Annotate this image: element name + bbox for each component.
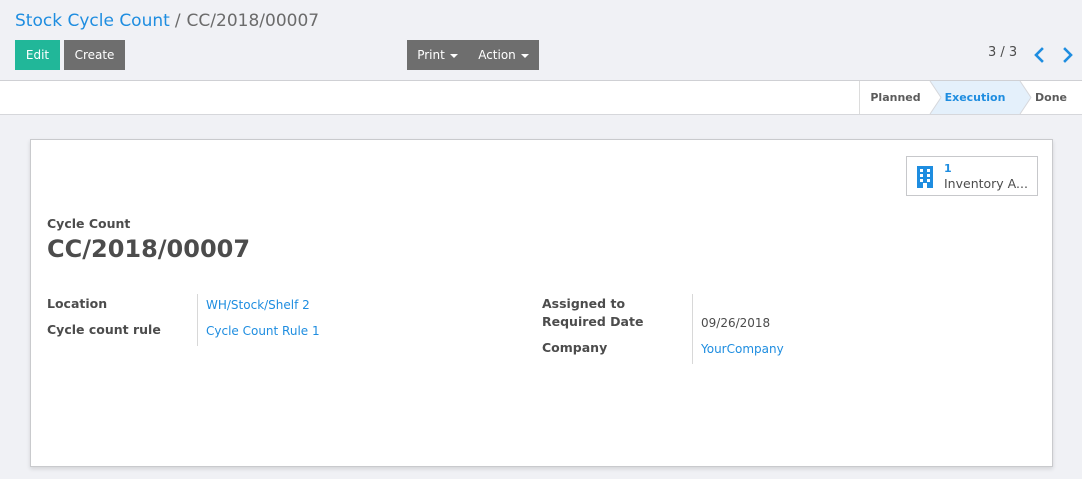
control-panel: Stock Cycle Count / CC/2018/00007 Edit Cre… [0, 0, 1082, 81]
create-button[interactable]: Create [64, 40, 125, 70]
field-divider [692, 294, 693, 364]
print-label: Print [417, 48, 445, 62]
required-date-label: Required Date [542, 314, 644, 329]
location-value-link[interactable]: WH/Stock/Shelf 2 [206, 298, 310, 312]
location-label: Location [47, 296, 108, 311]
field-divider [197, 294, 198, 346]
required-date-value[interactable]: 09/26/2018 [701, 316, 770, 330]
statusbar: Planned Execution Done [0, 81, 1082, 115]
action-dropdown-button[interactable]: Action [468, 40, 539, 70]
cycle-count-rule-value-link[interactable]: Cycle Count Rule 1 [206, 324, 320, 338]
chevron-right-icon [1063, 47, 1073, 63]
cycle-count-rule-label: Cycle count rule [47, 322, 161, 337]
building-icon [917, 166, 933, 188]
pager-value[interactable]: 3 / 3 [988, 45, 1017, 60]
inventory-adjustments-smart-button[interactable]: 1 Inventory A... [906, 156, 1038, 196]
assigned-to-label: Assigned to [542, 296, 626, 311]
pager-next-button[interactable] [1061, 47, 1075, 63]
breadcrumb: Stock Cycle Count / CC/2018/00007 [15, 11, 319, 31]
chevron-left-icon [1034, 47, 1044, 63]
pager-previous-button[interactable] [1032, 47, 1046, 63]
form-sheet: 1 Inventory A... Cycle Count CC/2018/000… [30, 139, 1053, 467]
caret-down-icon [520, 53, 529, 58]
breadcrumb-parent-link[interactable]: Stock Cycle Count [15, 11, 170, 31]
status-step-planned[interactable]: Planned [859, 81, 931, 114]
breadcrumb-separator: / [174, 11, 181, 31]
edit-button[interactable]: Edit [15, 40, 60, 70]
sidebar-dropdowns: Print Action [407, 40, 539, 70]
caret-down-icon [449, 53, 458, 58]
print-dropdown-button[interactable]: Print [407, 40, 468, 70]
smart-button-label: Inventory A... [944, 176, 1028, 191]
company-value-link[interactable]: YourCompany [701, 342, 784, 356]
record-type-label: Cycle Count [47, 216, 131, 231]
breadcrumb-current: CC/2018/00007 [186, 11, 320, 31]
status-step-done[interactable]: Done [1020, 81, 1082, 114]
record-title: CC/2018/00007 [47, 235, 251, 263]
status-step-execution[interactable]: Execution [930, 81, 1020, 114]
company-label: Company [542, 340, 608, 355]
smart-button-count: 1 [944, 162, 952, 175]
action-label: Action [478, 48, 516, 62]
